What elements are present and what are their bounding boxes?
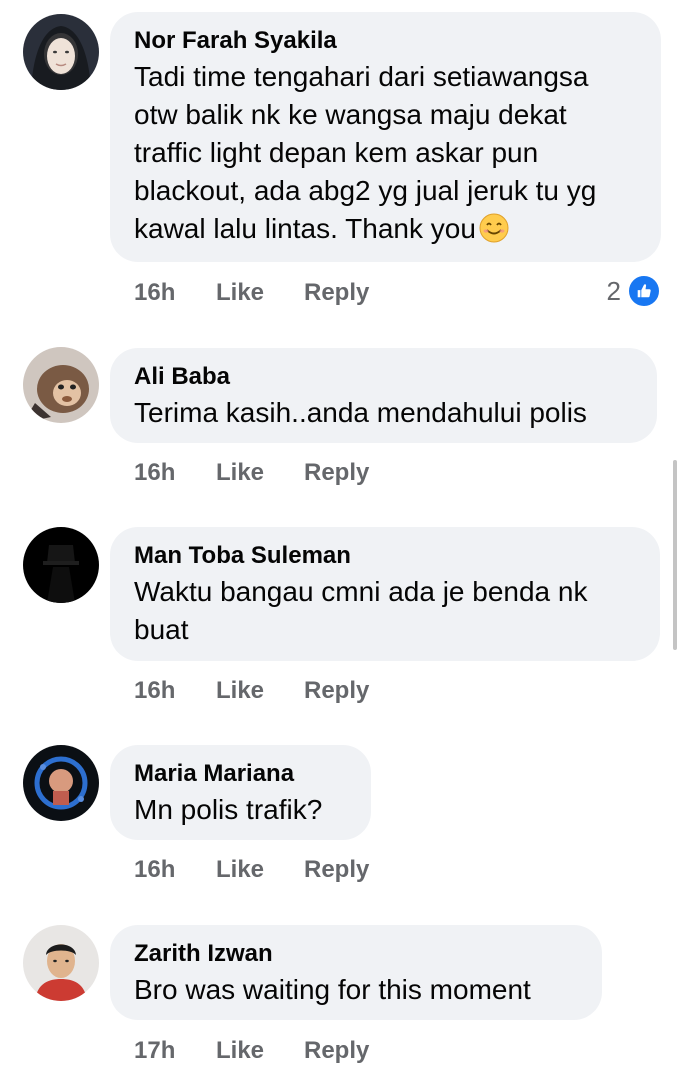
comment-text: Tadi time tengahari dari setiawangsa otw… — [134, 58, 637, 248]
avatar-image — [23, 527, 99, 603]
comment-actions: 16h Like Reply — [134, 459, 369, 487]
avatar[interactable] — [23, 347, 99, 423]
comment-text-line: blackout, ada abg2 yg jual jeruk tu yg — [134, 175, 597, 206]
like-button[interactable]: Like — [216, 1037, 304, 1065]
comment-timestamp[interactable]: 17h — [134, 1037, 216, 1065]
comment-text-line: kawal lalu lintas. Thank you — [134, 210, 637, 248]
comment-actions: 17h Like Reply — [134, 1037, 369, 1065]
avatar[interactable] — [23, 745, 99, 821]
scrollbar-thumb[interactable] — [673, 460, 677, 650]
comment-text: Waktu bangau cmni ada je benda nk buat — [134, 573, 636, 649]
comment-text-segment: kawal lalu lintas. Thank you — [134, 213, 476, 244]
reply-button[interactable]: Reply — [304, 677, 369, 705]
comment-bubble: Ali Baba Terima kasih..anda mendahului p… — [110, 348, 657, 443]
avatar[interactable] — [23, 14, 99, 90]
comment-actions: 16h Like Reply — [134, 856, 369, 884]
comment-text-line: Mn polis trafik? — [134, 794, 323, 825]
like-button[interactable]: Like — [216, 856, 304, 884]
comment-timestamp[interactable]: 16h — [134, 279, 216, 307]
comment-text-line: Terima kasih..anda mendahului polis — [134, 397, 587, 428]
smiling-face-emoji-icon — [478, 212, 510, 244]
comment-author[interactable]: Nor Farah Syakila — [134, 26, 637, 56]
like-reaction-icon — [627, 274, 661, 308]
comment-text-line: Tadi time tengahari dari setiawangsa — [134, 61, 589, 92]
reply-button[interactable]: Reply — [304, 459, 369, 487]
avatar-image — [23, 745, 99, 821]
comment-author[interactable]: Man Toba Suleman — [134, 541, 636, 571]
comment-text: Mn polis trafik? — [134, 791, 347, 829]
reaction-summary[interactable]: 2 — [607, 274, 661, 308]
avatar-image — [23, 14, 99, 90]
comment-text-line: Waktu bangau cmni ada je benda nk — [134, 576, 588, 607]
comment-author[interactable]: Zarith Izwan — [134, 939, 578, 969]
comment-text: Terima kasih..anda mendahului polis — [134, 394, 633, 432]
comment-text-line: traffic light depan kem askar pun — [134, 137, 539, 168]
like-button[interactable]: Like — [216, 677, 304, 705]
reply-button[interactable]: Reply — [304, 856, 369, 884]
comment-timestamp[interactable]: 16h — [134, 459, 216, 487]
reaction-count: 2 — [606, 275, 621, 306]
avatar[interactable] — [23, 925, 99, 1001]
comment-text-line: buat — [134, 614, 189, 645]
comment-actions: 16h Like Reply — [134, 677, 369, 705]
comment-bubble: Maria Mariana Mn polis trafik? — [110, 745, 371, 840]
reply-button[interactable]: Reply — [304, 279, 369, 307]
like-button[interactable]: Like — [216, 459, 304, 487]
comment-timestamp[interactable]: 16h — [134, 856, 216, 884]
comment-actions: 16h Like Reply — [134, 279, 369, 307]
comment-author[interactable]: Ali Baba — [134, 362, 633, 392]
comment-author[interactable]: Maria Mariana — [134, 759, 347, 789]
reply-button[interactable]: Reply — [304, 1037, 369, 1065]
comment-text: Bro was waiting for this moment — [134, 971, 578, 1009]
comment-bubble: Man Toba Suleman Waktu bangau cmni ada j… — [110, 527, 660, 661]
comment-bubble: Nor Farah Syakila Tadi time tengahari da… — [110, 12, 661, 262]
avatar-image — [23, 925, 99, 1001]
comment-text-line: otw balik nk ke wangsa maju dekat — [134, 99, 567, 130]
like-button[interactable]: Like — [216, 279, 304, 307]
comment-text-line: Bro was waiting for this moment — [134, 974, 531, 1005]
avatar-image — [23, 347, 99, 423]
comment-timestamp[interactable]: 16h — [134, 677, 216, 705]
avatar[interactable] — [23, 527, 99, 603]
comment-bubble: Zarith Izwan Bro was waiting for this mo… — [110, 925, 602, 1020]
